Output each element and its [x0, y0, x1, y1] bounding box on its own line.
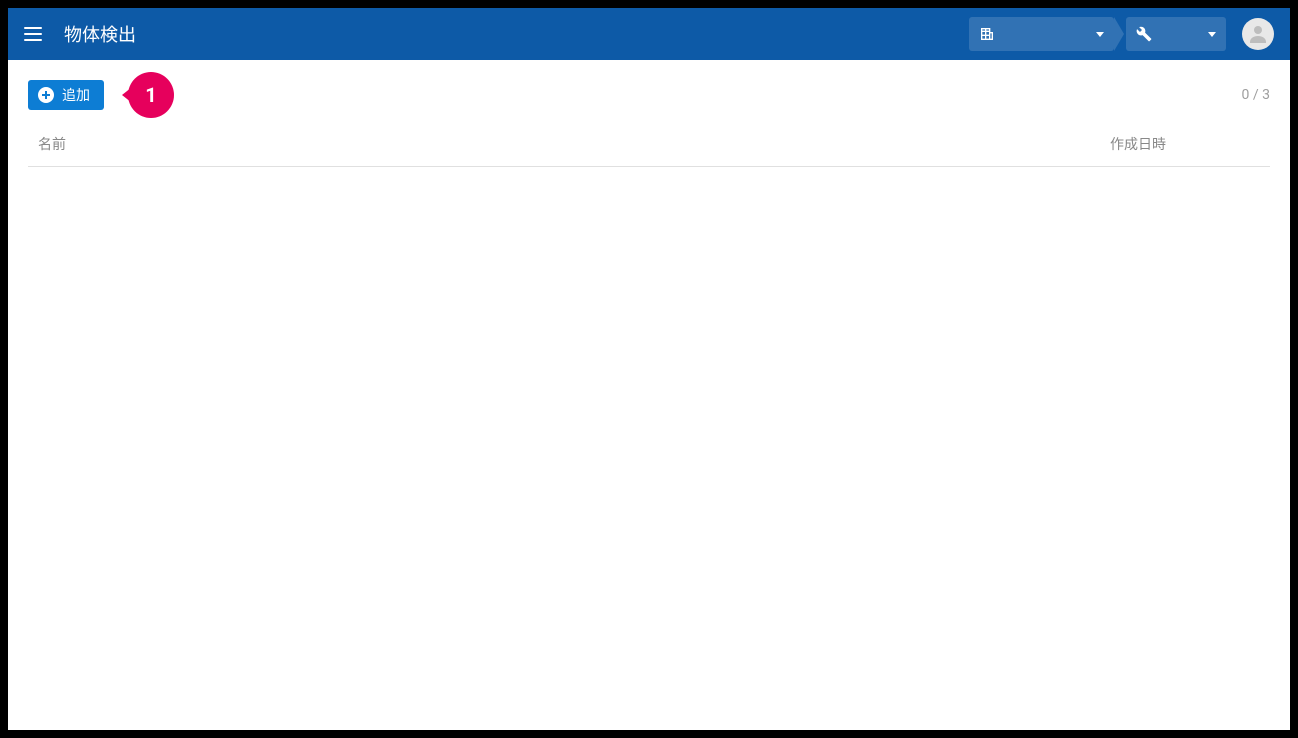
tool-dropdown[interactable] — [1126, 17, 1226, 51]
main-content: 追加 1 0 / 3 名前 作成日時 — [8, 60, 1290, 730]
add-button[interactable]: 追加 — [28, 80, 104, 110]
avatar[interactable] — [1242, 18, 1274, 50]
plus-circle-icon — [38, 87, 54, 103]
column-created-date: 作成日時 — [1110, 134, 1260, 154]
building-icon — [979, 26, 995, 42]
chevron-down-icon — [1096, 32, 1104, 37]
table-header: 名前 作成日時 — [28, 134, 1270, 167]
app-header: 物体検出 — [8, 8, 1290, 60]
add-button-label: 追加 — [62, 85, 90, 105]
menu-button[interactable] — [24, 22, 48, 46]
column-name: 名前 — [38, 134, 1110, 154]
chevron-down-icon — [1208, 32, 1216, 37]
wrench-icon — [1136, 26, 1152, 42]
organization-dropdown[interactable] — [969, 17, 1114, 51]
page-title: 物体検出 — [64, 21, 969, 47]
callout-number: 1 — [145, 83, 156, 107]
callout-badge: 1 — [128, 72, 174, 118]
item-count: 0 / 3 — [1242, 87, 1270, 103]
